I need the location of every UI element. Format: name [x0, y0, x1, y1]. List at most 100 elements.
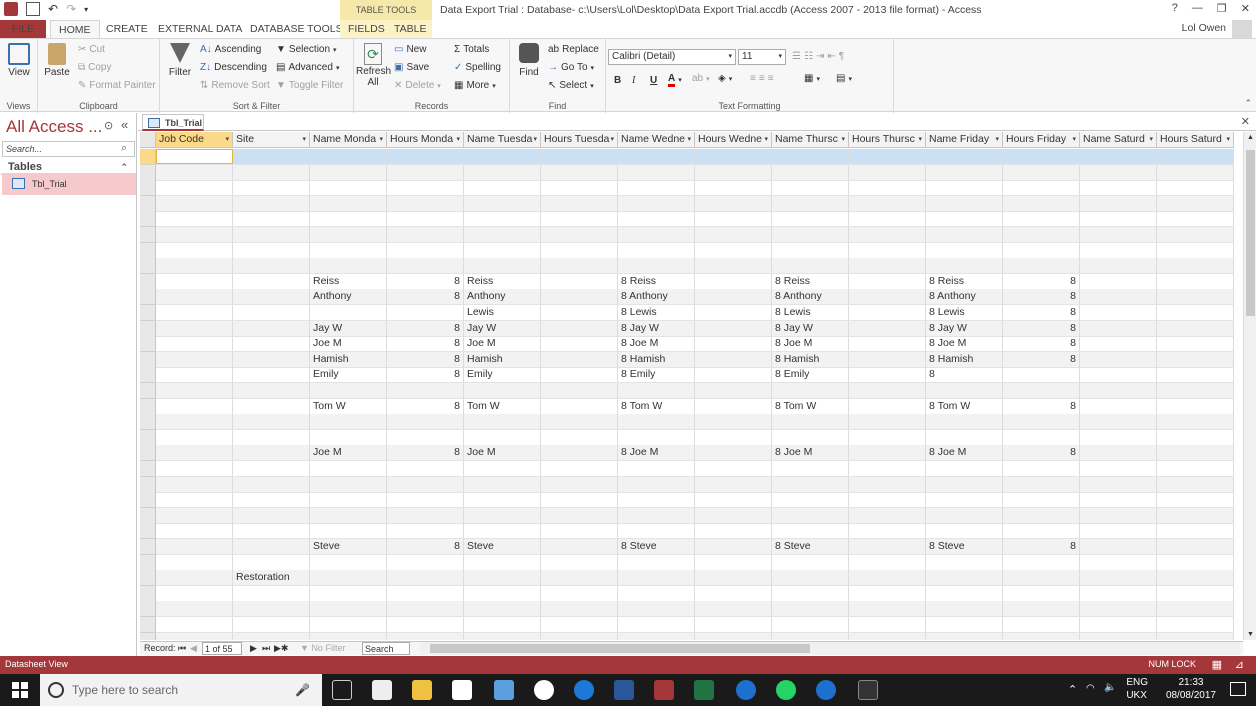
table-cell[interactable] [1157, 336, 1234, 352]
table-cell[interactable] [387, 492, 464, 508]
table-cell[interactable] [541, 273, 618, 289]
table-cell[interactable] [926, 195, 1003, 211]
table-cell[interactable] [1080, 554, 1157, 570]
table-cell[interactable] [618, 617, 695, 632]
row-selector[interactable] [140, 539, 156, 555]
table-cell[interactable] [926, 180, 1003, 196]
column-header[interactable]: Name Friday ▾ [926, 132, 1003, 148]
table-cell[interactable] [695, 601, 772, 617]
table-cell[interactable]: 8 [387, 539, 464, 554]
table-cell[interactable] [1157, 507, 1234, 523]
table-cell[interactable] [464, 227, 541, 242]
table-cell[interactable] [1003, 492, 1080, 508]
table-cell[interactable] [156, 523, 233, 539]
table-cell[interactable] [464, 149, 541, 164]
table-cell[interactable] [1157, 351, 1234, 367]
table-cell[interactable] [695, 149, 772, 164]
table-cell[interactable] [1080, 320, 1157, 336]
app-icon-3[interactable] [858, 680, 878, 700]
table-cell[interactable] [849, 492, 926, 508]
table-cell[interactable] [310, 632, 387, 640]
table-cell[interactable]: 8 [1003, 305, 1080, 320]
table-cell[interactable]: Joe M [464, 445, 541, 461]
table-cell[interactable] [156, 507, 233, 523]
table-cell[interactable] [772, 414, 849, 430]
table-cell[interactable]: Jay W [310, 320, 387, 336]
table-cell[interactable] [1080, 476, 1157, 492]
table-cell[interactable] [695, 632, 772, 640]
fill-color-button[interactable]: ◈ ▾ [718, 73, 732, 84]
row-selector[interactable] [140, 476, 156, 493]
tab-tbl-trial[interactable]: Tbl_Trial [142, 114, 204, 131]
table-cell[interactable] [1080, 211, 1157, 227]
table-cell[interactable] [695, 554, 772, 570]
table-cell[interactable] [695, 523, 772, 539]
table-cell[interactable] [772, 476, 849, 492]
row-selector[interactable] [140, 289, 156, 306]
ascending-button[interactable]: A↓ Ascending [200, 44, 261, 55]
table-cell[interactable] [926, 383, 1003, 398]
table-cell[interactable]: Steve [310, 539, 387, 554]
table-cell[interactable] [541, 164, 618, 180]
table-cell[interactable] [387, 461, 464, 476]
spelling-button[interactable]: ✓ Spelling [454, 62, 501, 73]
delete-button[interactable]: ✕ Delete ▾ [394, 80, 441, 91]
column-header[interactable]: Hours Thursc ▾ [849, 132, 926, 148]
toggle-filter-button[interactable]: ▼ Toggle Filter [276, 80, 343, 91]
table-cell[interactable]: 8 Emily [772, 367, 849, 383]
column-dropdown-icon[interactable]: ▾ [456, 132, 460, 147]
table-cell[interactable] [464, 523, 541, 539]
table-cell[interactable]: 8 [926, 367, 1003, 383]
table-cell[interactable] [541, 149, 618, 164]
search-icon[interactable]: ⌕ [121, 142, 127, 155]
table-cell[interactable] [1080, 242, 1157, 258]
table-cell[interactable] [618, 476, 695, 492]
table-cell[interactable] [1157, 227, 1234, 242]
table-cell[interactable] [1080, 149, 1157, 164]
word-icon[interactable] [614, 680, 634, 700]
table-cell[interactable] [156, 492, 233, 508]
table-cell[interactable] [695, 492, 772, 508]
table-cell[interactable] [541, 383, 618, 398]
table-cell[interactable] [541, 258, 618, 274]
table-cell[interactable] [310, 258, 387, 274]
table-cell[interactable] [387, 585, 464, 601]
table-cell[interactable] [1003, 476, 1080, 492]
table-cell[interactable] [618, 149, 695, 164]
table-cell[interactable] [849, 476, 926, 492]
row-selector[interactable] [140, 211, 156, 228]
table-cell[interactable]: Reiss [464, 273, 541, 289]
table-cell[interactable] [772, 429, 849, 445]
table-cell[interactable] [541, 617, 618, 632]
table-cell[interactable] [464, 461, 541, 476]
table-cell[interactable] [695, 180, 772, 196]
table-cell[interactable] [541, 461, 618, 476]
row-selector[interactable] [140, 632, 156, 640]
close-tab-icon[interactable]: ✕ [1241, 115, 1250, 128]
table-cell[interactable] [156, 617, 233, 632]
table-cell[interactable] [618, 164, 695, 180]
format-painter-button[interactable]: ✎ Format Painter [78, 80, 156, 91]
table-cell[interactable] [618, 258, 695, 274]
table-cell[interactable] [849, 539, 926, 554]
table-cell[interactable] [695, 289, 772, 305]
table-cell[interactable] [1157, 601, 1234, 617]
table-cell[interactable] [233, 180, 310, 196]
table-cell[interactable]: Restoration [233, 570, 310, 586]
table-cell[interactable]: 8 Hamish [926, 351, 1003, 367]
table-cell[interactable] [1157, 320, 1234, 336]
table-cell[interactable] [156, 383, 233, 398]
column-dropdown-icon[interactable]: ▾ [841, 132, 845, 147]
scroll-up-icon[interactable]: ▲ [1247, 134, 1254, 141]
table-cell[interactable]: 8 [1003, 320, 1080, 336]
table-cell[interactable]: 8 [387, 289, 464, 305]
close-button[interactable]: ✕ [1241, 2, 1250, 15]
table-cell[interactable] [695, 617, 772, 632]
row-selector[interactable] [140, 492, 156, 509]
table-cell[interactable] [695, 476, 772, 492]
table-cell[interactable]: Joe M [310, 445, 387, 461]
table-cell[interactable] [772, 164, 849, 180]
table-cell[interactable] [310, 211, 387, 227]
table-cell[interactable] [1157, 289, 1234, 305]
table-cell[interactable] [1080, 507, 1157, 523]
